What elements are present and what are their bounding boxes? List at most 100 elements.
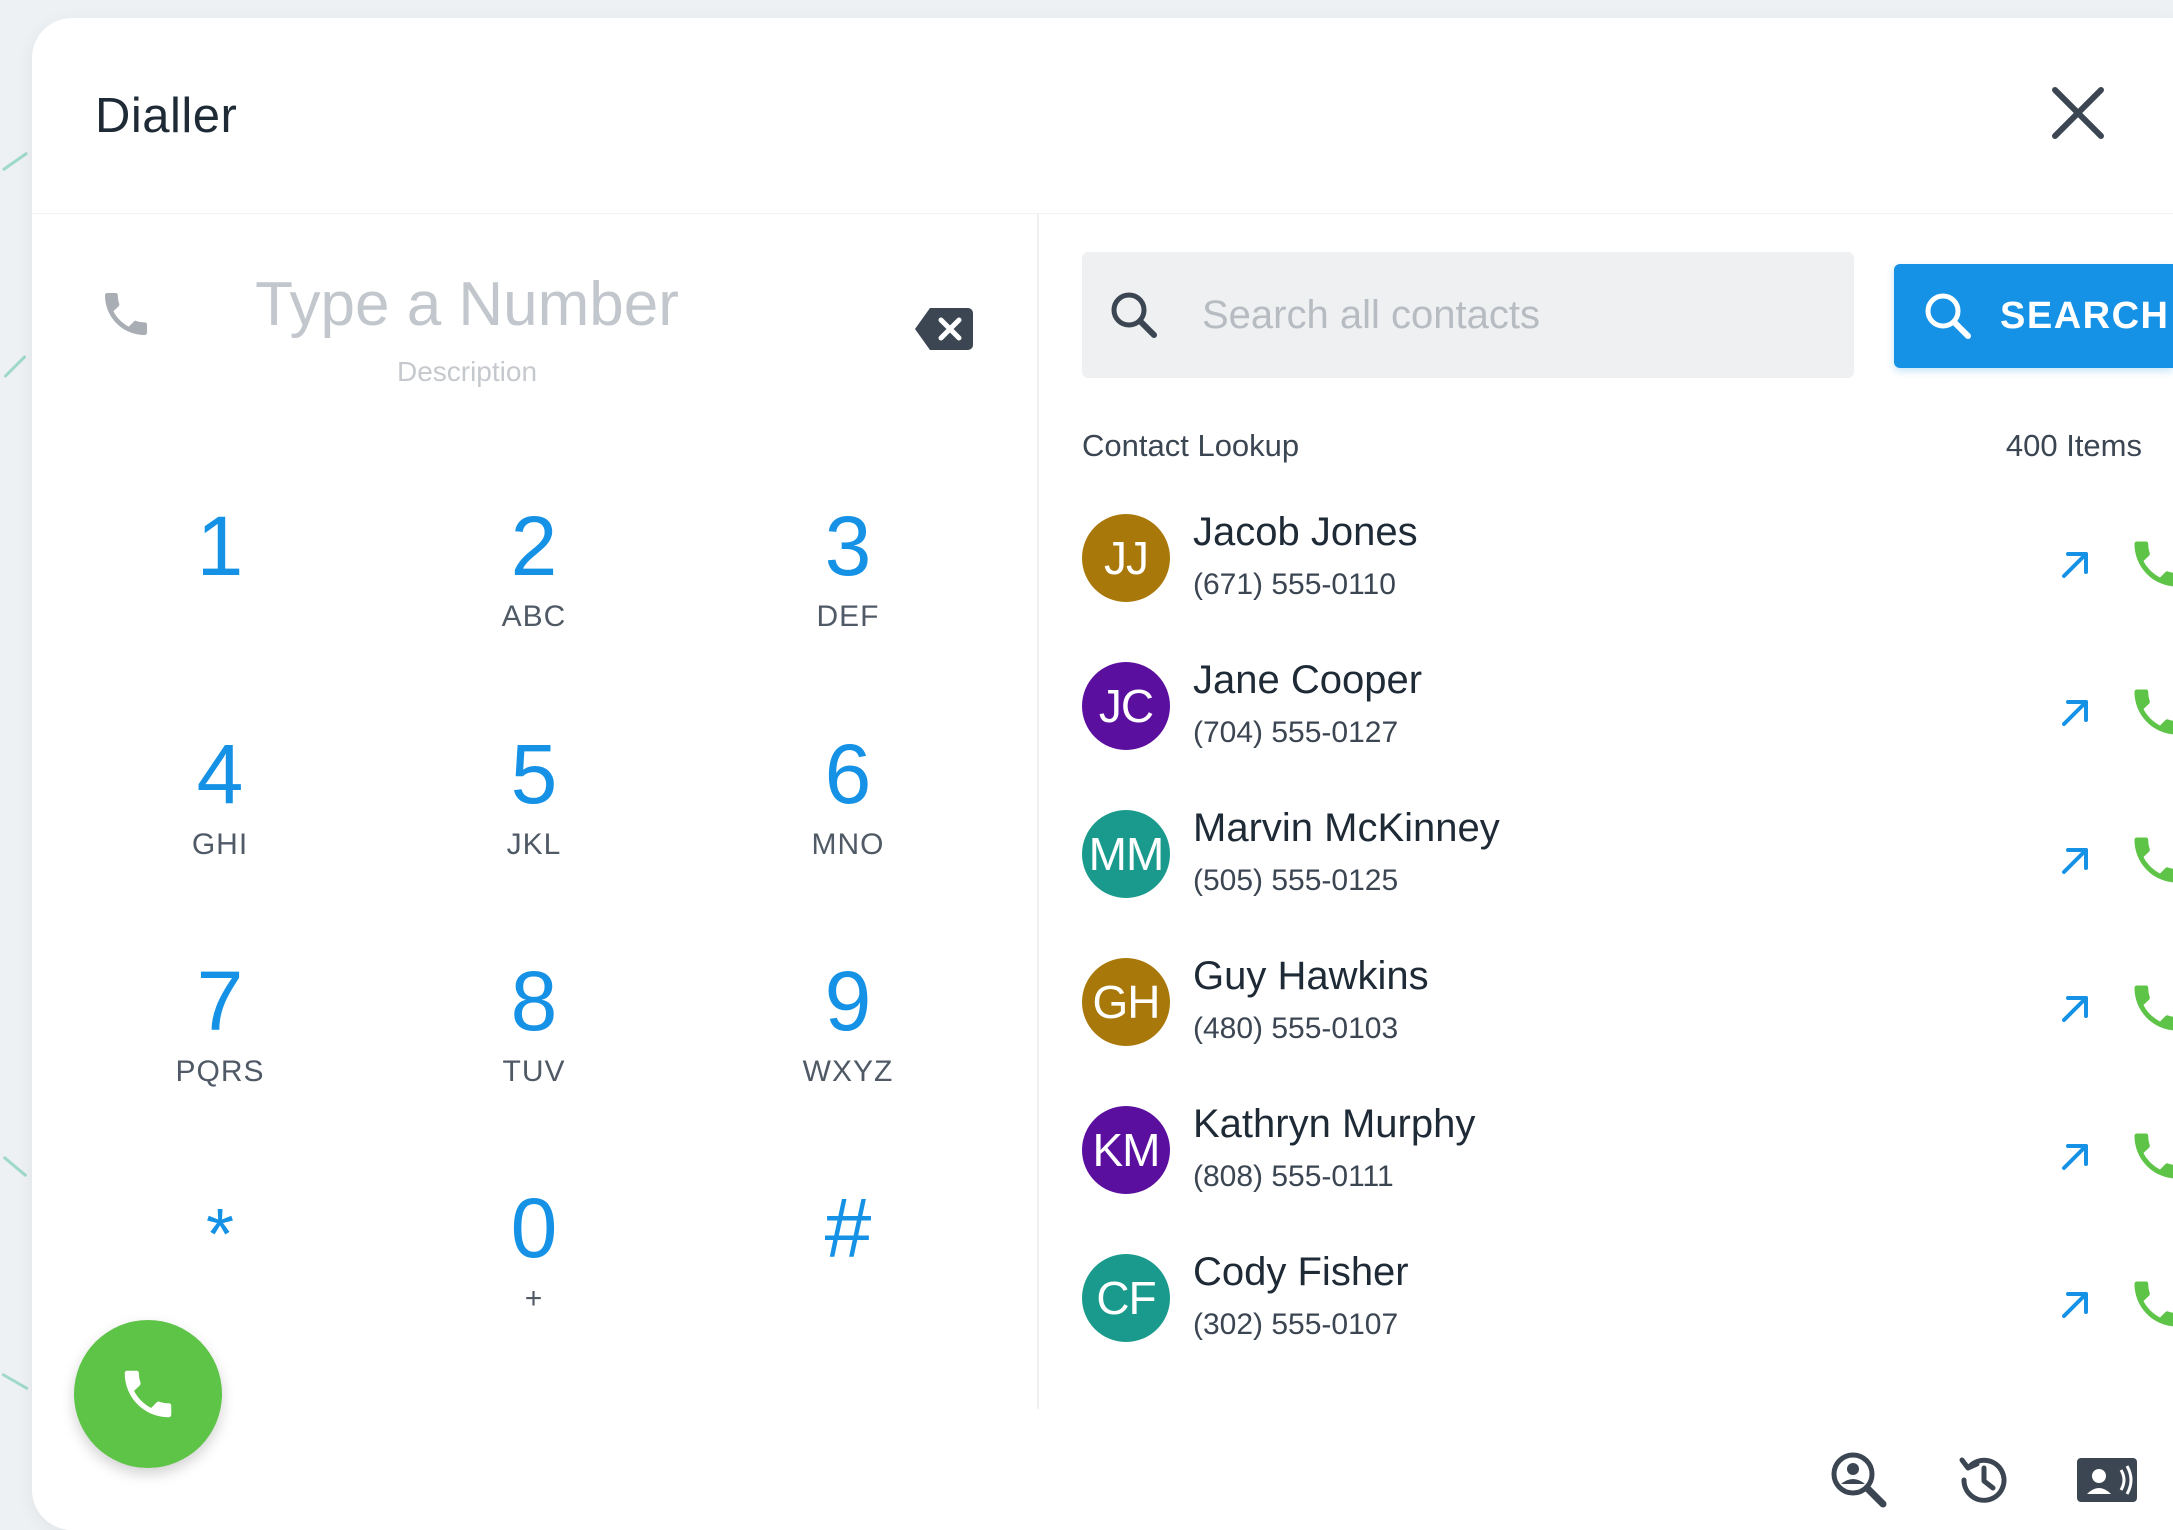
arrow-up-right-icon[interactable] — [2054, 690, 2098, 734]
contact-name: Jane Cooper — [1193, 658, 1423, 702]
search-icon — [1925, 293, 1971, 339]
key-7[interactable]: 7 PQRS — [120, 953, 320, 1153]
key-digit: 0 — [510, 1181, 558, 1275]
background-line — [1, 151, 29, 172]
key-digit: 5 — [510, 727, 558, 821]
contact-phone: (505) 555-0125 — [1193, 864, 1399, 897]
phone-icon[interactable] — [2127, 830, 2173, 890]
phone-icon[interactable] — [2127, 1126, 2173, 1186]
key-letters: + — [524, 1282, 544, 1315]
contact-name: Kathryn Murphy — [1193, 1102, 1476, 1146]
contact-search-icon — [1831, 1452, 1887, 1508]
search-box — [1082, 252, 1854, 378]
close-button[interactable] — [2045, 80, 2111, 146]
contact-phone: (302) 555-0107 — [1193, 1308, 1399, 1341]
key-letters: TUV — [502, 1055, 566, 1088]
avatar: GH — [1082, 958, 1170, 1046]
contact-name: Guy Hawkins — [1193, 954, 1429, 998]
arrow-up-right-icon[interactable] — [2054, 1282, 2098, 1326]
contact-name: Cody Fisher — [1193, 1250, 1409, 1294]
avatar: JC — [1082, 662, 1170, 750]
contact-row[interactable]: MM Marvin McKinney (505) 555-0125 — [1082, 794, 2173, 942]
contact-row[interactable]: KM Kathryn Murphy (808) 555-0111 — [1082, 1090, 2173, 1238]
phone-icon — [124, 1370, 172, 1418]
description-input[interactable] — [372, 352, 562, 392]
key-digit: 7 — [196, 954, 244, 1048]
call-button[interactable] — [74, 1320, 222, 1468]
key-letters: GHI — [191, 828, 249, 861]
key-letters: WXYZ — [802, 1055, 894, 1088]
key-hash[interactable]: # — [748, 1180, 948, 1380]
key-9[interactable]: 9 WXYZ — [748, 953, 948, 1153]
background-line — [2, 1155, 28, 1178]
search-input[interactable] — [1202, 280, 1822, 350]
dialog-header: Dialler — [32, 18, 2173, 214]
arrow-up-right-icon[interactable] — [2054, 986, 2098, 1030]
key-digit: 4 — [196, 727, 244, 821]
dialog-title: Dialler — [95, 89, 238, 143]
pane-divider — [1037, 214, 1039, 1409]
avatar: CF — [1082, 1254, 1170, 1342]
key-letters: MNO — [811, 828, 885, 861]
key-digit: 1 — [196, 499, 244, 593]
phone-icon[interactable] — [2127, 1274, 2173, 1334]
contact-phone: (808) 555-0111 — [1193, 1160, 1394, 1193]
avatar: KM — [1082, 1106, 1170, 1194]
key-1[interactable]: 1 — [120, 498, 320, 698]
key-8[interactable]: 8 TUV — [434, 953, 634, 1153]
key-letters: PQRS — [175, 1055, 265, 1088]
phone-icon[interactable] — [2127, 978, 2173, 1038]
backspace-icon — [915, 308, 973, 350]
phone-icon — [105, 293, 147, 335]
contact-row[interactable]: JC Jane Cooper (704) 555-0127 — [1082, 646, 2173, 794]
key-digit: 6 — [824, 727, 872, 821]
phone-icon[interactable] — [2127, 534, 2173, 594]
contact-list: JJ Jacob Jones (671) 555-0110 JC Jane Co… — [1082, 498, 2173, 1386]
contact-name: Marvin McKinney — [1193, 806, 1500, 850]
arrow-up-right-icon[interactable] — [2054, 838, 2098, 882]
number-input[interactable] — [242, 264, 692, 344]
key-0[interactable]: 0 + — [434, 1180, 634, 1380]
search-icon — [1111, 292, 1157, 338]
history-button[interactable] — [1952, 1450, 2012, 1510]
dialler-dialog: Dialler 1 2 ABC 3 DEF 4 GHI — [32, 18, 2173, 1530]
close-icon — [2052, 87, 2104, 139]
contact-search-button[interactable] — [1829, 1450, 1889, 1510]
contact-row[interactable]: GH Guy Hawkins (480) 555-0103 — [1082, 942, 2173, 1090]
key-digit: 9 — [824, 954, 872, 1048]
key-digit: * — [205, 1195, 235, 1275]
contact-lookup-label: Contact Lookup — [1082, 428, 1300, 463]
key-letters: JKL — [506, 828, 562, 861]
avatar: JJ — [1082, 514, 1170, 602]
contact-phone: (704) 555-0127 — [1193, 716, 1399, 749]
key-3[interactable]: 3 DEF — [748, 498, 948, 698]
contact-card-icon — [2077, 1458, 2137, 1502]
key-digit: 2 — [510, 499, 558, 593]
background-line — [1, 1372, 29, 1391]
contact-row[interactable]: JJ Jacob Jones (671) 555-0110 — [1082, 498, 2173, 646]
search-button[interactable]: SEARCH — [1894, 264, 2173, 368]
contact-card-button[interactable] — [2075, 1450, 2137, 1510]
contact-row[interactable]: CF Cody Fisher (302) 555-0107 — [1082, 1238, 2173, 1386]
contact-phone: (671) 555-0110 — [1193, 568, 1396, 601]
contact-phone: (480) 555-0103 — [1193, 1012, 1399, 1045]
arrow-up-right-icon[interactable] — [2054, 542, 2098, 586]
background-line — [3, 354, 27, 379]
key-5[interactable]: 5 JKL — [434, 726, 634, 926]
history-icon — [1959, 1457, 2007, 1503]
contact-name: Jacob Jones — [1193, 510, 1418, 554]
key-letters: ABC — [501, 600, 567, 633]
backspace-button[interactable] — [914, 306, 974, 352]
item-count-label: 400 Items — [2005, 428, 2142, 463]
search-button-label: SEARCH — [2000, 294, 2170, 337]
avatar: MM — [1082, 810, 1170, 898]
key-digit: 3 — [824, 499, 872, 593]
key-digit: # — [824, 1181, 872, 1275]
arrow-up-right-icon[interactable] — [2054, 1134, 2098, 1178]
key-digit: 8 — [510, 954, 558, 1048]
key-4[interactable]: 4 GHI — [120, 726, 320, 926]
key-letters: DEF — [816, 600, 880, 633]
phone-icon[interactable] — [2127, 682, 2173, 742]
key-2[interactable]: 2 ABC — [434, 498, 634, 698]
key-6[interactable]: 6 MNO — [748, 726, 948, 926]
